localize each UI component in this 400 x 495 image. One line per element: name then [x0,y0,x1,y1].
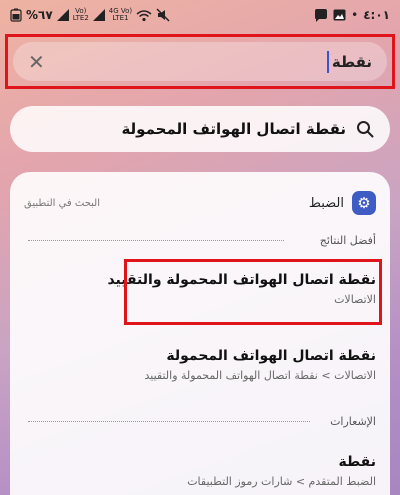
search-highlight-box: ✕ نقطة [5,34,395,89]
status-bar: %٦٧ Vo) LTE2 4G Vo) LTE1 • ٤:٠١ [0,0,400,30]
search-input-value: نقطة [331,52,372,71]
result-item-2[interactable]: نقطة اتصال الهواتف المحمولة الاتصالات > … [145,348,377,382]
notifications-label: الإشعارات [330,415,376,428]
chat-bubble-icon [315,8,328,22]
suggestion-label: نقطة اتصال الهواتف المحمولة [121,120,346,138]
battery-icon [10,8,22,22]
wifi-icon [136,9,152,21]
result-subtitle: الضبط المتقدم > شارات رموز التطبيقات [187,475,376,488]
clear-search-icon[interactable]: ✕ [28,50,45,74]
dot-icon: • [351,8,359,22]
result-title: نقطة [338,454,376,470]
text-cursor [326,50,329,73]
search-in-app-link[interactable]: البحث في التطبيق [24,198,100,209]
search-input[interactable]: نقطة [326,50,372,73]
carrier-1-label: 4G Vo) LTE1 [108,7,133,22]
status-right: • ٤:٠١ [314,8,390,22]
image-icon [333,9,346,21]
panel-header: البحث في التطبيق ⚙ الضبط [24,190,376,216]
signal-icon-2 [92,9,105,21]
result-subtitle: الاتصالات > نقطة اتصال الهواتف المحمولة … [144,369,377,382]
settings-gear-icon: ⚙ [352,191,376,215]
results-panel: البحث في التطبيق ⚙ الضبط أفضل النتائج نق… [10,172,390,495]
app-name: الضبط [308,195,344,211]
carrier-2-label: Vo) LTE2 [72,7,89,22]
search-suggestion[interactable]: نقطة اتصال الهواتف المحمولة [10,106,390,152]
divider [28,240,284,241]
signal-icon [56,9,69,21]
result-title: نقطة اتصال الهواتف المحمولة [166,348,376,364]
result-highlight-box [124,259,382,325]
search-icon [357,121,374,138]
status-left: %٦٧ Vo) LTE2 4G Vo) LTE1 [10,8,170,22]
best-results-label: أفضل النتائج [319,234,376,247]
mute-icon [156,8,170,22]
search-bar[interactable]: ✕ نقطة [13,42,387,81]
divider [28,421,310,422]
app-header[interactable]: ⚙ الضبط [309,191,376,215]
result-item-3[interactable]: نقطة الضبط المتقدم > شارات رموز التطبيقا… [187,454,376,488]
battery-percent: %٦٧ [26,8,53,22]
clock: ٤:٠١ [363,8,390,22]
